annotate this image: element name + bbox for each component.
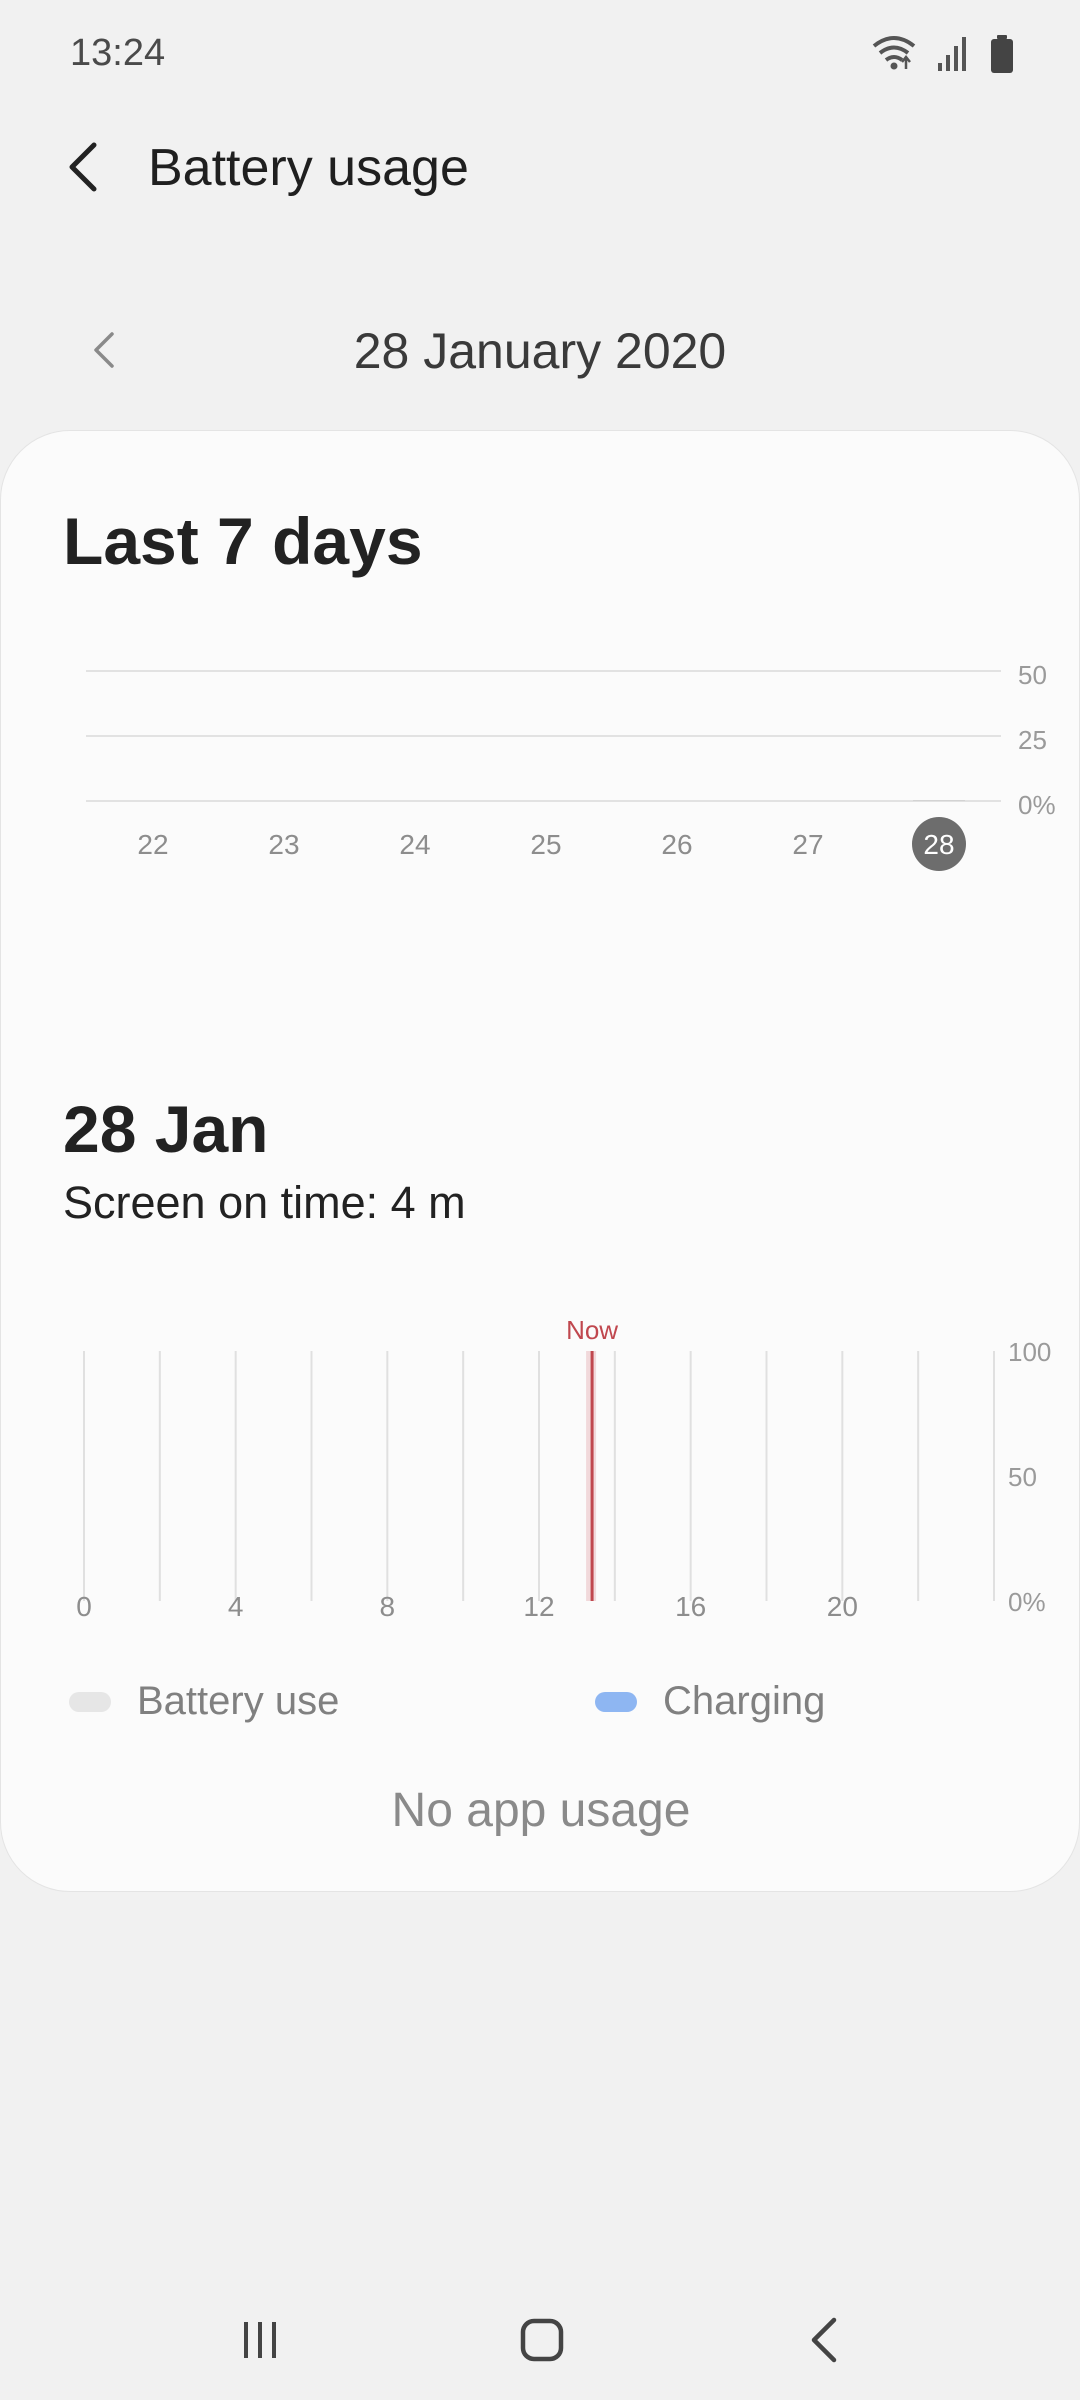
recents-icon [244,2322,276,2358]
date-title: 28 January 2020 [353,323,727,379]
week-y-tick: 50 [1018,660,1047,690]
battery-use-swatch [69,1691,111,1712]
nav-back-button[interactable] [764,2280,884,2400]
day-x-tick: 16 [675,1591,706,1621]
recents-button[interactable] [200,2280,320,2400]
wifi-icon [872,34,916,79]
status-icons [872,34,1014,79]
week-x-tick[interactable]: 28 [923,829,954,860]
week-x-tick[interactable]: 22 [137,829,168,860]
day-y-tick: 100 [1008,1337,1051,1367]
day-x-tick: 20 [827,1591,858,1621]
day-x-tick: 12 [523,1591,554,1621]
no-app-usage: No app usage [391,1784,691,1837]
week-x-tick[interactable]: 27 [792,829,823,860]
week-x-tick[interactable]: 24 [399,829,430,860]
back-icon [811,2317,837,2363]
legend: Battery use Charging [1,1679,1080,1739]
status-time: 13:24 [70,32,166,74]
day-chart: 0% 50 100 0 4 8 12 16 20 Now [76,1315,1051,1621]
home-button[interactable] [482,2280,602,2400]
legend-battery-use-label: Battery use [137,1679,340,1723]
page-title: Battery usage [148,139,469,197]
week-y-tick: 25 [1018,725,1047,755]
legend-charging: Charging [595,1679,825,1724]
week-bar[interactable] [913,800,965,801]
back-button[interactable] [52,130,116,204]
now-label: Now [566,1315,618,1345]
week-x-tick[interactable]: 25 [530,829,561,860]
charging-swatch [595,1691,637,1712]
legend-battery-use: Battery use [69,1679,339,1724]
week-title: Last 7 days [63,504,423,578]
day-x-tick: 8 [380,1591,396,1621]
back-arrow-icon [69,142,97,192]
battery-icon [990,35,1014,78]
status-bar: 13:24 [0,0,1080,110]
battery-card: Last 7 days 0% 25 50 22 23 24 25 26 27 28 28 Jan … [0,430,1080,1892]
week-chart[interactable]: 0% 25 50 22 23 24 25 26 27 28 [1,601,1080,931]
day-y-tick: 0% [1008,1587,1046,1617]
legend-charging-label: Charging [663,1679,826,1723]
navigation-bar [0,2280,1080,2400]
day-title: 28 Jan [63,1092,269,1166]
home-icon [520,2318,564,2362]
screen-on-time: Screen on time: 4 m [63,1177,466,1228]
signal-icon [936,35,970,78]
day-x-tick: 0 [76,1591,92,1621]
week-y-tick: 0% [1018,790,1056,820]
day-y-tick: 50 [1008,1462,1037,1492]
week-x-tick[interactable]: 26 [661,829,692,860]
day-x-tick: 4 [228,1591,244,1621]
week-x-tick[interactable]: 23 [268,829,299,860]
